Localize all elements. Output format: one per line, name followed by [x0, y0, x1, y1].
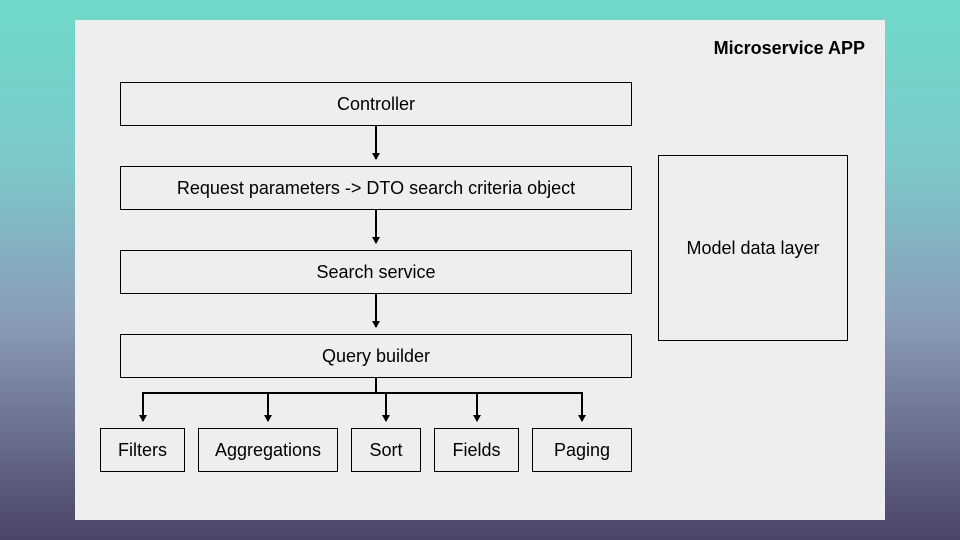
box-model-data-layer-label: Model data layer	[686, 238, 819, 259]
box-filters: Filters	[100, 428, 185, 472]
box-fields-label: Fields	[452, 440, 500, 461]
fanout-bar	[142, 392, 582, 394]
arrow-search-to-query	[375, 294, 377, 327]
arrow-dto-to-search	[375, 210, 377, 243]
box-query-builder-label: Query builder	[322, 346, 430, 367]
box-search-service-label: Search service	[316, 262, 435, 283]
box-request-dto-label: Request parameters -> DTO search criteri…	[177, 178, 575, 199]
box-controller: Controller	[120, 82, 632, 126]
box-filters-label: Filters	[118, 440, 167, 461]
box-paging-label: Paging	[554, 440, 610, 461]
box-paging: Paging	[532, 428, 632, 472]
box-search-service: Search service	[120, 250, 632, 294]
arrow-to-aggregations	[267, 392, 269, 421]
arrow-to-filters	[142, 392, 144, 421]
box-query-builder: Query builder	[120, 334, 632, 378]
box-sort: Sort	[351, 428, 421, 472]
panel-title: Microservice APP	[714, 38, 865, 59]
box-fields: Fields	[434, 428, 519, 472]
box-model-data-layer: Model data layer	[658, 155, 848, 341]
box-aggregations: Aggregations	[198, 428, 338, 472]
arrow-to-fields	[476, 392, 478, 421]
box-request-dto: Request parameters -> DTO search criteri…	[120, 166, 632, 210]
fanout-stem	[375, 378, 377, 392]
arrow-to-sort	[385, 392, 387, 421]
diagram-panel: Microservice APP Controller Request para…	[75, 20, 885, 520]
arrow-controller-to-dto	[375, 126, 377, 159]
box-sort-label: Sort	[369, 440, 402, 461]
arrow-to-paging	[581, 392, 583, 421]
box-aggregations-label: Aggregations	[215, 440, 321, 461]
box-controller-label: Controller	[337, 94, 415, 115]
